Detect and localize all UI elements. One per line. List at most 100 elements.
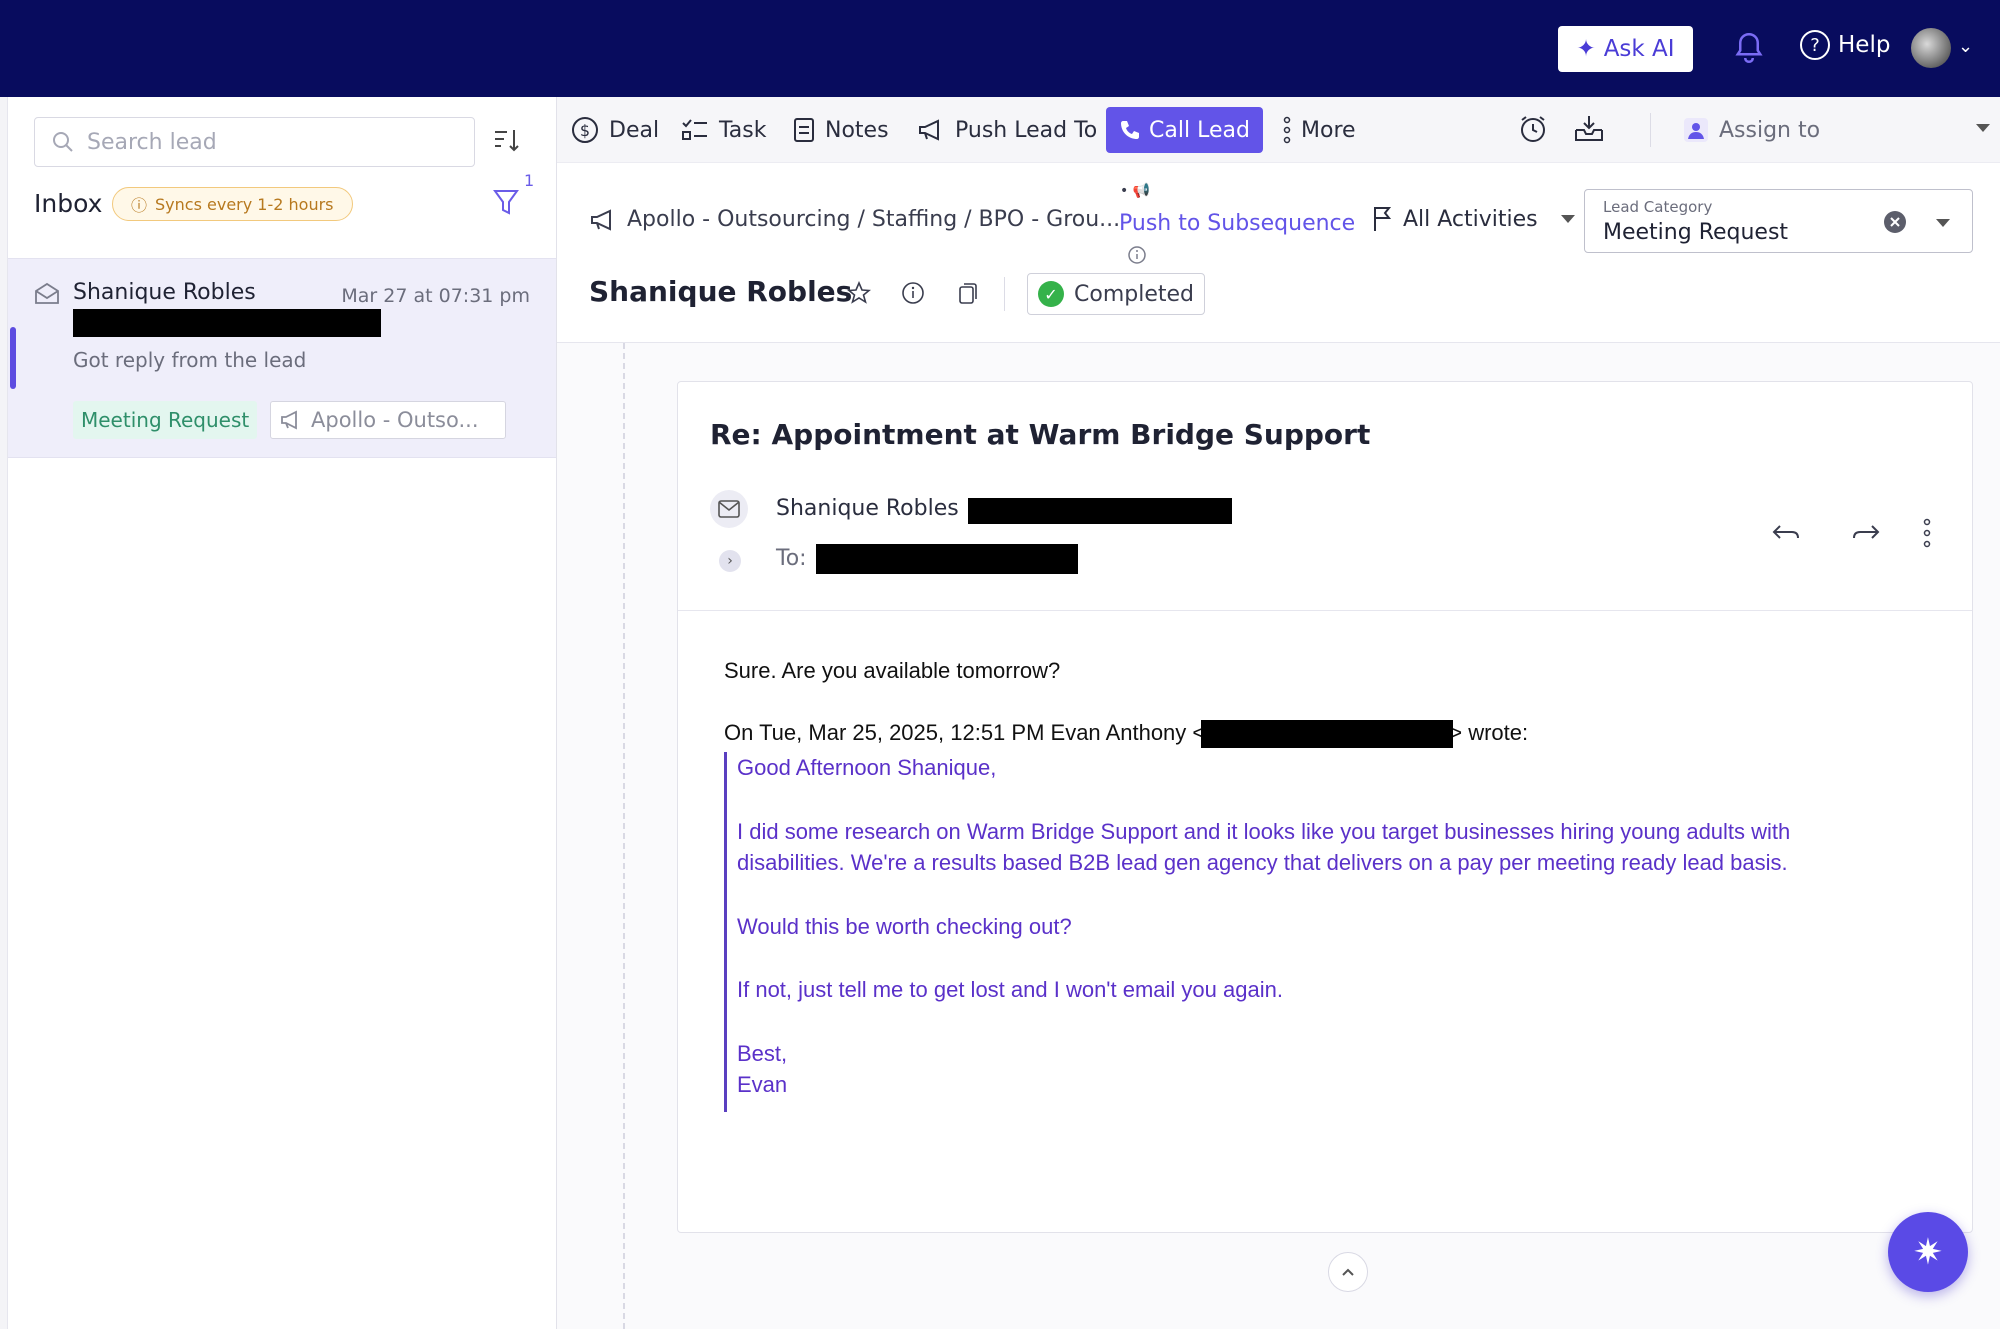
- more-button[interactable]: More: [1283, 113, 1356, 147]
- sparkle-icon: ✦: [1576, 36, 1596, 62]
- search-lead-box[interactable]: [34, 117, 475, 167]
- caret-down-icon[interactable]: [1975, 123, 1991, 133]
- kebab-icon: [1283, 116, 1291, 144]
- check-circle-icon: ✓: [1038, 281, 1064, 307]
- chevron-right-icon[interactable]: ›: [719, 550, 741, 572]
- lead-category-label: Lead Category: [1603, 198, 1713, 216]
- lead-name: Shanique Robles: [73, 280, 256, 305]
- chevron-down-icon[interactable]: ⌄: [1958, 36, 1973, 57]
- copy-icon[interactable]: [955, 281, 979, 305]
- status-badge[interactable]: ✓ Completed: [1027, 273, 1205, 315]
- notes-button[interactable]: Notes: [793, 113, 889, 147]
- push-lead-label: Push Lead To: [955, 117, 1098, 143]
- ask-ai-button[interactable]: ✦ Ask AI: [1558, 26, 1693, 72]
- sort-icon[interactable]: [492, 125, 522, 155]
- info-icon: ⓘ: [131, 196, 148, 215]
- deal-label: Deal: [609, 117, 660, 143]
- search-lead-input[interactable]: [87, 129, 447, 155]
- lead-list-item[interactable]: Shanique Robles Mar 27 at 07:31 pm Got r…: [8, 258, 556, 458]
- filter-count-badge: 1: [524, 171, 535, 190]
- assign-to-label: Assign to: [1719, 117, 1821, 143]
- quoted-header: On Tue, Mar 25, 2025, 12:51 PM Evan Anth…: [724, 720, 1529, 749]
- bell-icon[interactable]: [1734, 30, 1764, 66]
- inbox-title: Inbox: [34, 189, 103, 218]
- push-lead-button[interactable]: Push Lead To: [917, 113, 1097, 147]
- forward-icon[interactable]: [1848, 516, 1882, 550]
- email-card: Re: Appointment at Warm Bridge Support S…: [677, 381, 1973, 1292]
- help-label: Help: [1838, 32, 1891, 58]
- caret-down-icon: [1560, 215, 1575, 223]
- reply-icon[interactable]: [1770, 516, 1804, 550]
- call-lead-button[interactable]: Call Lead: [1106, 107, 1263, 153]
- campaign-breadcrumb[interactable]: Apollo - Outsourcing / Staffing / BPO - …: [589, 207, 1120, 232]
- inbox-download-icon[interactable]: [1573, 114, 1605, 144]
- task-button[interactable]: Task: [681, 113, 766, 147]
- user-avatar[interactable]: [1911, 28, 1951, 68]
- info-icon[interactable]: [1127, 245, 1147, 265]
- info-icon[interactable]: [901, 281, 925, 305]
- flag-icon: [1374, 207, 1392, 231]
- kebab-icon[interactable]: [1922, 516, 1932, 550]
- lead-action-toolbar: $ Deal Task Notes Push Lead To Call Lead: [557, 97, 2000, 163]
- help-button[interactable]: ? Help: [1800, 30, 1890, 60]
- active-indicator: [10, 327, 16, 389]
- caret-down-icon[interactable]: [1935, 218, 1951, 228]
- ask-ai-label: Ask AI: [1603, 36, 1675, 62]
- top-navigation-bar: ✦ Ask AI ? Help ⌄: [0, 0, 2000, 97]
- megaphone-icon: [281, 410, 297, 430]
- assign-to-dropdown[interactable]: Assign to: [1683, 113, 1820, 147]
- quoted-header-prefix: On Tue, Mar 25, 2025, 12:51 PM Evan Anth…: [724, 720, 1206, 745]
- note-icon: [794, 118, 814, 142]
- collapse-button[interactable]: [1328, 1252, 1368, 1292]
- task-label: Task: [719, 117, 767, 143]
- category-tag: Meeting Request: [73, 401, 258, 439]
- redacted-email: [968, 498, 1232, 524]
- megaphone-icon: [591, 208, 611, 231]
- email-from-name: Shanique Robles: [776, 496, 959, 521]
- email-body: Sure. Are you available tomorrow?: [724, 658, 1061, 683]
- quoted-message: Good Afternoon Shanique, I did some rese…: [724, 752, 1874, 1112]
- sync-badge: ⓘ Syncs every 1-2 hours: [112, 187, 353, 221]
- alarm-clock-icon[interactable]: [1518, 114, 1548, 144]
- call-lead-label: Call Lead: [1149, 117, 1250, 143]
- lead-category-value: Meeting Request: [1603, 220, 1789, 245]
- notes-label: Notes: [825, 117, 889, 143]
- redacted-email: [73, 309, 381, 337]
- header-divider: [1004, 277, 1005, 311]
- quote-signoff: Best,: [737, 1040, 788, 1066]
- search-icon: [53, 132, 73, 152]
- push-to-subsequence-link[interactable]: Push to Subsequence: [1119, 211, 1355, 236]
- star-icon[interactable]: [847, 281, 871, 305]
- lead-category-select[interactable]: Lead Category Meeting Request: [1584, 189, 1973, 253]
- quote-paragraph: If not, just tell me to get lost and I w…: [737, 977, 1283, 1002]
- campaign-tag-label: Apollo - Outso...: [311, 408, 479, 432]
- megaphone-icon: • 📢: [1120, 183, 1151, 199]
- filter-icon[interactable]: [492, 187, 520, 219]
- email-subject: Re: Appointment at Warm Bridge Support: [710, 418, 1371, 451]
- quoted-header-suffix: > wrote:: [1449, 720, 1529, 745]
- campaign-path-label: Apollo - Outsourcing / Staffing / BPO - …: [627, 207, 1121, 232]
- quote-paragraph: I did some research on Warm Bridge Suppo…: [737, 818, 1791, 876]
- sync-badge-label: Syncs every 1-2 hours: [155, 194, 334, 214]
- campaign-tag: Apollo - Outso...: [270, 401, 506, 439]
- lead-snippet: Got reply from the lead: [73, 348, 307, 372]
- ai-assistant-fab[interactable]: ✷: [1888, 1212, 1968, 1292]
- quote-paragraph: Would this be worth checking out?: [737, 913, 1072, 939]
- megaphone-icon: [919, 119, 939, 141]
- envelope-icon: [710, 490, 748, 528]
- dollar-circle-icon: $: [572, 117, 598, 143]
- quote-greeting: Good Afternoon Shanique,: [737, 755, 997, 780]
- redacted-email: [816, 544, 1078, 574]
- clear-circle-icon[interactable]: [1883, 210, 1907, 234]
- email-to-label: To:: [776, 546, 807, 571]
- all-activities-label: All Activities: [1403, 206, 1538, 232]
- activity-feed: Re: Appointment at Warm Bridge Support S…: [557, 343, 2000, 1329]
- redacted-email: [1201, 720, 1454, 749]
- envelope-open-icon: [35, 282, 59, 304]
- status-label: Completed: [1074, 281, 1194, 307]
- toolbar-divider: [1650, 113, 1651, 147]
- timeline-line: [623, 343, 625, 1329]
- sparkle-icon: ✷: [1912, 1231, 1944, 1273]
- all-activities-dropdown[interactable]: All Activities: [1371, 205, 1576, 233]
- deal-button[interactable]: $ Deal: [571, 113, 659, 147]
